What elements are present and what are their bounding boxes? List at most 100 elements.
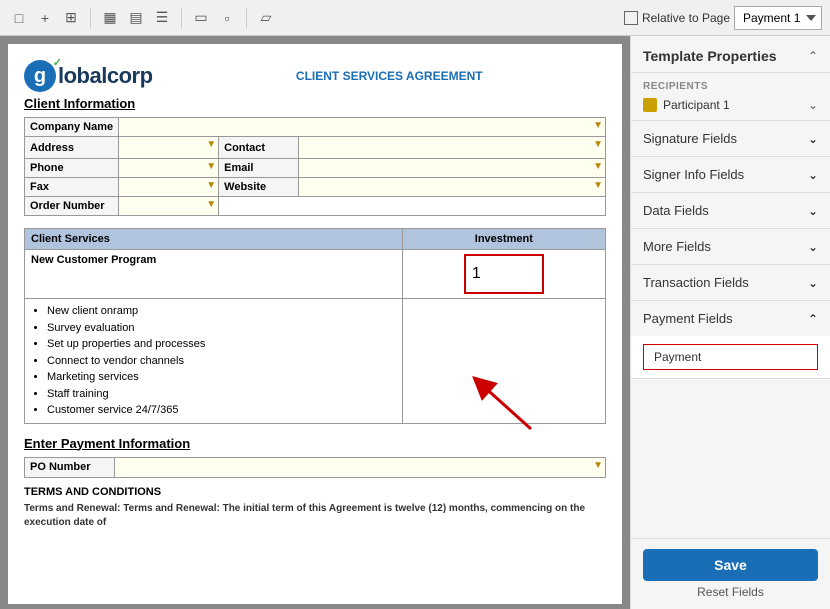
list-item: Staff training bbox=[47, 386, 396, 403]
signature-fields-section: Signature Fields ⌄ bbox=[631, 121, 830, 157]
toolbar-btn-1[interactable]: □ bbox=[8, 7, 30, 29]
signer-info-label: Signer Info Fields bbox=[643, 167, 744, 182]
panel-title: Template Properties bbox=[643, 48, 777, 64]
order-number-input[interactable] bbox=[119, 197, 219, 216]
list-item: Connect to vendor channels bbox=[47, 353, 396, 370]
page-select[interactable]: Payment 1 bbox=[734, 6, 822, 30]
logo-circle: g bbox=[24, 60, 56, 92]
services-header-row: Client Services Investment bbox=[25, 229, 606, 250]
toolbar: □ + ⊞ ▦ ▤ ☰ ▭ ▫ ▱ Relative to Page Payme… bbox=[0, 0, 830, 36]
data-fields-label: Data Fields bbox=[643, 203, 709, 218]
services-table: Client Services Investment New Customer … bbox=[24, 228, 606, 424]
po-arrow-icon: ▼ bbox=[593, 460, 603, 471]
more-fields-label: More Fields bbox=[643, 239, 711, 254]
payment-chevron-up-icon: ⌃ bbox=[808, 312, 818, 326]
data-fields-section: Data Fields ⌄ bbox=[631, 193, 830, 229]
table-row: Fax Website bbox=[25, 178, 606, 197]
investment-input[interactable]: 1 bbox=[464, 254, 544, 294]
more-fields-chevron-icon: ⌄ bbox=[808, 240, 818, 254]
panel-chevron-icon[interactable]: ⌃ bbox=[808, 49, 818, 63]
signer-info-header[interactable]: Signer Info Fields ⌄ bbox=[631, 157, 830, 192]
table-row: New Customer Program 1 bbox=[25, 250, 606, 299]
data-fields-chevron-icon: ⌄ bbox=[808, 204, 818, 218]
website-input[interactable] bbox=[299, 178, 606, 197]
signer-info-chevron-icon: ⌄ bbox=[808, 168, 818, 182]
table-row: Company Name bbox=[25, 118, 606, 137]
data-fields-header[interactable]: Data Fields ⌄ bbox=[631, 193, 830, 228]
participant-chevron-icon[interactable]: ⌄ bbox=[808, 98, 818, 112]
email-label: Email bbox=[219, 159, 299, 178]
panel-bottom: Save Reset Fields bbox=[631, 538, 830, 609]
toolbar-btn-7[interactable]: ▭ bbox=[190, 7, 212, 29]
toolbar-btn-6[interactable]: ☰ bbox=[151, 7, 173, 29]
table-row: Phone Email bbox=[25, 159, 606, 178]
contact-label: Contact bbox=[219, 137, 299, 159]
payment-button[interactable]: Payment bbox=[643, 344, 818, 370]
payment-fields-header[interactable]: Payment Fields ⌃ bbox=[631, 301, 830, 336]
signature-fields-label: Signature Fields bbox=[643, 131, 737, 146]
table-row: Address Contact bbox=[25, 137, 606, 159]
client-info-title: Client Information bbox=[24, 96, 606, 111]
website-label: Website bbox=[219, 178, 299, 197]
po-row: PO Number ▼ bbox=[25, 457, 606, 477]
panel-header: Template Properties ⌃ bbox=[631, 36, 830, 73]
list-item: Customer service 24/7/365 bbox=[47, 402, 396, 419]
services-list: New client onramp Survey evaluation Set … bbox=[47, 303, 396, 419]
investment-cell: 1 bbox=[402, 250, 605, 299]
more-fields-header[interactable]: More Fields ⌄ bbox=[631, 229, 830, 264]
fax-input[interactable] bbox=[119, 178, 219, 197]
toolbar-sep-3 bbox=[246, 8, 247, 28]
participant-name: Participant 1 bbox=[663, 98, 808, 112]
toolbar-btn-5[interactable]: ▤ bbox=[125, 7, 147, 29]
reset-link[interactable]: Reset Fields bbox=[643, 585, 818, 599]
payment-fields-section: Payment Fields ⌃ Payment bbox=[631, 301, 830, 379]
panel-spacer bbox=[631, 379, 830, 538]
services-list-cell: New client onramp Survey evaluation Set … bbox=[25, 299, 403, 424]
toolbar-sep-1 bbox=[90, 8, 91, 28]
address-label: Address bbox=[25, 137, 119, 159]
order-number-label: Order Number bbox=[25, 197, 119, 216]
services-section: Client Services Investment New Customer … bbox=[24, 228, 606, 424]
po-table: PO Number ▼ bbox=[24, 457, 606, 478]
toolbar-btn-9[interactable]: ▱ bbox=[255, 7, 277, 29]
contact-input[interactable] bbox=[299, 137, 606, 159]
relative-checkbox[interactable] bbox=[624, 11, 638, 25]
signature-chevron-icon: ⌄ bbox=[808, 132, 818, 146]
terms-label: Terms and Renewal: bbox=[24, 503, 123, 514]
logo-text: lobalcorp bbox=[58, 63, 153, 89]
table-row: Order Number bbox=[25, 197, 606, 216]
toolbar-btn-2[interactable]: + bbox=[34, 7, 56, 29]
transaction-fields-header[interactable]: Transaction Fields ⌄ bbox=[631, 265, 830, 300]
new-customer-label: New Customer Program bbox=[31, 254, 396, 266]
save-button[interactable]: Save bbox=[643, 549, 818, 581]
services-list-row: New client onramp Survey evaluation Set … bbox=[25, 299, 606, 424]
toolbar-btn-8[interactable]: ▫ bbox=[216, 7, 238, 29]
main-container: g ✓ lobalcorp CLIENT SERVICES AGREEMENT … bbox=[0, 36, 830, 609]
client-info-table: Company Name Address Contact Phone Email bbox=[24, 117, 606, 216]
recipient-row: Participant 1 ⌄ bbox=[643, 98, 818, 112]
email-input[interactable] bbox=[299, 159, 606, 178]
payment-fields-content: Payment bbox=[631, 336, 830, 378]
signer-info-section: Signer Info Fields ⌄ bbox=[631, 157, 830, 193]
signature-fields-header[interactable]: Signature Fields ⌄ bbox=[631, 121, 830, 156]
address-input[interactable] bbox=[119, 137, 219, 159]
investment-empty bbox=[402, 299, 605, 424]
phone-label: Phone bbox=[25, 159, 119, 178]
company-name-label: Company Name bbox=[25, 118, 119, 137]
toolbar-btn-3[interactable]: ⊞ bbox=[60, 7, 82, 29]
list-item: Set up properties and processes bbox=[47, 336, 396, 353]
empty-cell bbox=[219, 197, 606, 216]
new-customer-cell: New Customer Program bbox=[25, 250, 403, 299]
company-name-input[interactable] bbox=[119, 118, 606, 137]
document-area[interactable]: g ✓ lobalcorp CLIENT SERVICES AGREEMENT … bbox=[0, 36, 630, 609]
po-number-input[interactable]: ▼ bbox=[115, 457, 606, 477]
toolbar-sep-2 bbox=[181, 8, 182, 28]
transaction-chevron-icon: ⌄ bbox=[808, 276, 818, 290]
logo-checkmark: ✓ bbox=[53, 56, 62, 69]
doc-title: CLIENT SERVICES AGREEMENT bbox=[153, 69, 606, 83]
phone-input[interactable] bbox=[119, 159, 219, 178]
transaction-fields-label: Transaction Fields bbox=[643, 275, 749, 290]
toolbar-btn-4[interactable]: ▦ bbox=[99, 7, 121, 29]
transaction-fields-section: Transaction Fields ⌄ bbox=[631, 265, 830, 301]
list-item: Marketing services bbox=[47, 369, 396, 386]
